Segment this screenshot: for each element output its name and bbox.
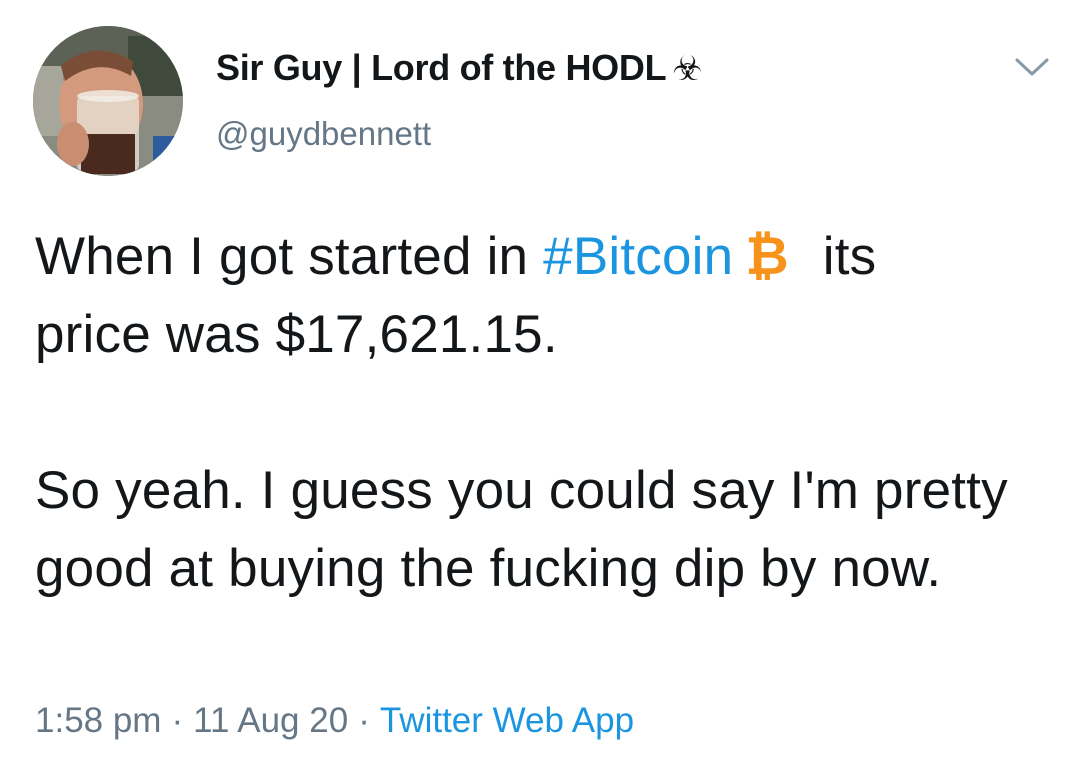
tweet-paragraph-1: When I got started in #Bitcoin ₿ its price … <box>35 218 1045 374</box>
hashtag-link[interactable]: #Bitcoin <box>543 227 733 286</box>
tweet-card: Sir Guy | Lord of the HODL ☣ @guydbennett… <box>0 0 1080 768</box>
avatar[interactable] <box>33 26 183 176</box>
author-handle[interactable]: @guydbennett <box>216 112 431 156</box>
meta-separator: · <box>358 701 370 740</box>
author-display-name[interactable]: Sir Guy | Lord of the HODL ☣ <box>216 44 703 93</box>
author-name-text: Sir Guy | Lord of the HODL <box>216 47 667 88</box>
tweet-paragraph-2: So yeah. I guess you could say I'm prett… <box>35 461 1008 598</box>
bitcoin-icon: ₿ <box>745 227 789 286</box>
meta-separator: · <box>171 701 184 740</box>
tweet-time[interactable]: 1:58 pm <box>35 701 161 740</box>
tweet-source-link[interactable]: Twitter Web App <box>380 701 634 740</box>
avatar-photo <box>33 26 183 176</box>
tweet-meta: 1:58 pm · 11 Aug 20 · Twitter Web App <box>35 698 634 744</box>
tweet-text-line2: price was $17,621.15. <box>35 305 558 364</box>
tweet-body: When I got started in #Bitcoin ₿ its price … <box>35 218 1045 608</box>
biohazard-icon: ☣ <box>672 50 703 88</box>
chevron-down-icon[interactable] <box>1012 52 1052 82</box>
tweet-date[interactable]: 11 Aug 20 <box>193 701 348 740</box>
tweet-text-part1: When I got started in <box>35 227 544 286</box>
tweet-text-part2: its <box>822 227 877 286</box>
